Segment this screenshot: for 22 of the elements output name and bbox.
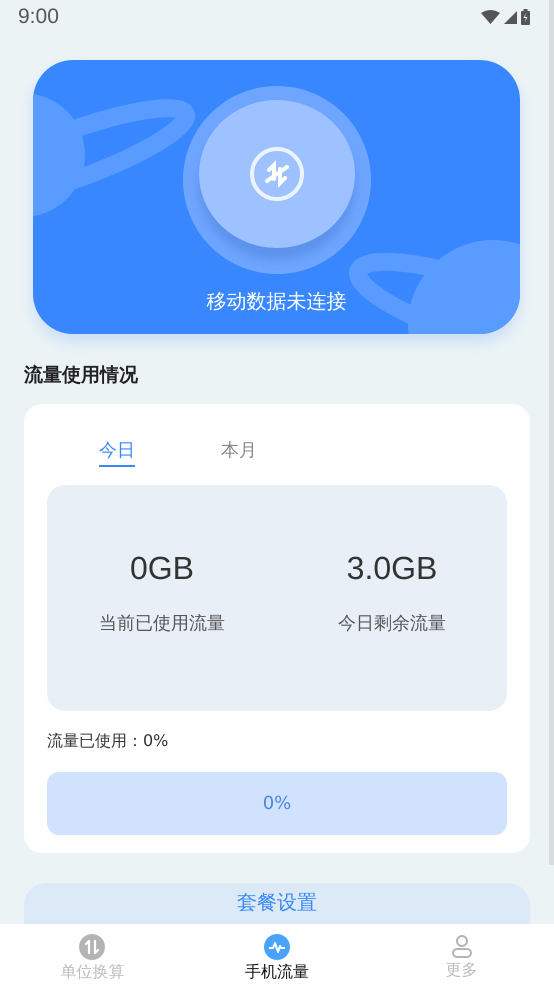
- arrows-icon: [79, 934, 106, 960]
- section-title: 流量使用情况: [24, 363, 139, 388]
- wifi-icon: [481, 10, 500, 24]
- connection-status: 移动数据未连接: [206, 288, 346, 315]
- data-toggle-icon: [248, 146, 304, 202]
- period-tab[interactable]: 本月: [221, 438, 257, 467]
- status-time: 9:00: [18, 5, 59, 29]
- battery-icon: [521, 9, 530, 25]
- signal-icon: [504, 10, 517, 24]
- pulse-icon: [264, 934, 290, 960]
- stat-value: 3.0GB: [346, 550, 438, 586]
- plan-settings-button[interactable]: 套餐设置: [24, 883, 530, 924]
- nav-tab[interactable]: 更多: [369, 924, 554, 984]
- nav-tab[interactable]: 单位换算: [0, 924, 185, 984]
- usage-label: 流量已使用：0%: [47, 731, 170, 752]
- stat-label: 当前已使用流量: [99, 612, 225, 634]
- stat-value: 0GB: [130, 550, 194, 586]
- nav-tab[interactable]: 手机流量: [184, 924, 370, 984]
- period-tab[interactable]: 今日: [99, 438, 135, 467]
- person-icon: [450, 934, 473, 958]
- stat-label: 今日剩余流量: [338, 612, 446, 634]
- progress-reading: 0%: [262, 793, 292, 814]
